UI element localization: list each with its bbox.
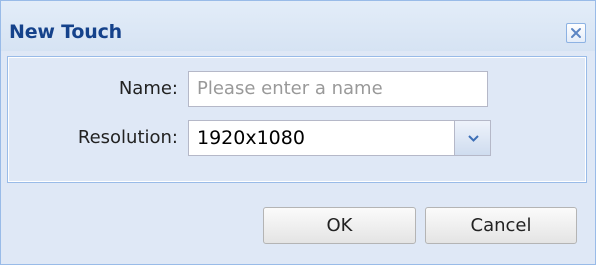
cancel-button[interactable]: Cancel: [425, 207, 577, 244]
form-panel: Name: Please enter a name Resolution: 19…: [7, 56, 587, 183]
chevron-down-icon: [468, 135, 479, 142]
resolution-dropdown-button[interactable]: [454, 120, 491, 156]
new-touch-dialog: New Touch Name: Please enter a name Reso…: [0, 0, 596, 265]
resolution-value: 1920x1080: [197, 127, 305, 149]
resolution-combo[interactable]: 1920x1080: [188, 120, 491, 156]
resolution-label: Resolution:: [77, 127, 178, 148]
name-label: Name:: [118, 78, 178, 99]
close-button[interactable]: [566, 23, 586, 43]
name-placeholder: Please enter a name: [197, 78, 383, 99]
name-input[interactable]: Please enter a name: [188, 71, 488, 107]
ok-button[interactable]: OK: [263, 207, 416, 244]
dialog-titlebar[interactable]: New Touch: [1, 1, 595, 51]
dialog-title: New Touch: [9, 21, 122, 43]
close-icon: [571, 28, 581, 38]
